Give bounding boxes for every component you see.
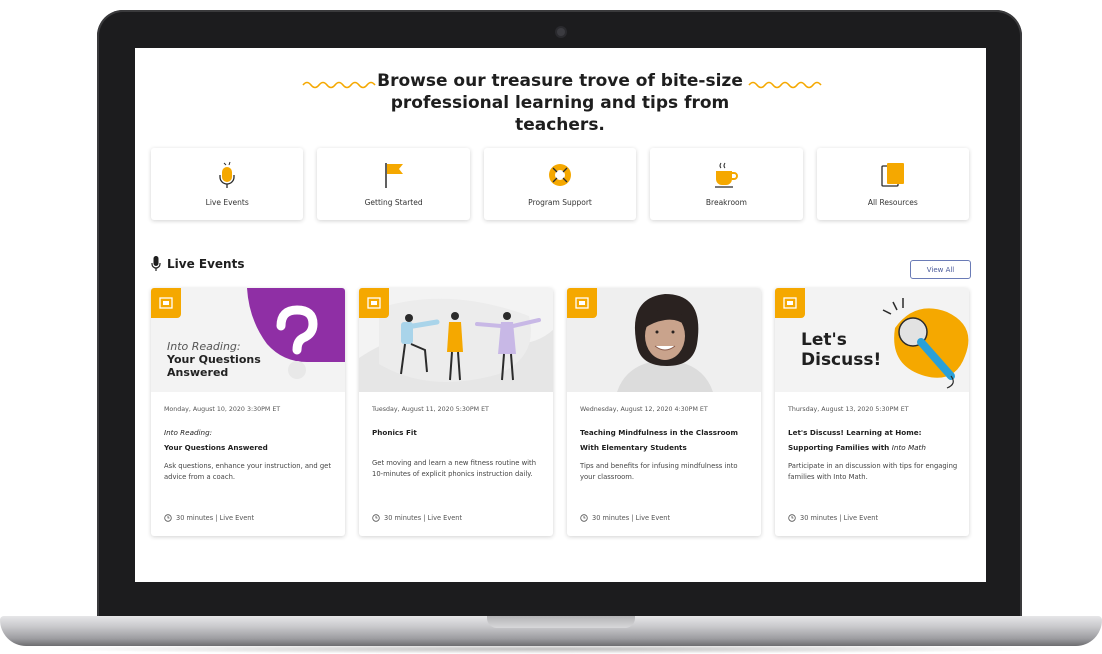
clock-icon <box>788 514 796 522</box>
event-cards: Into Reading: Your Questions Answered Mo… <box>151 288 969 536</box>
squiggle-right-icon <box>748 81 822 89</box>
event-meta-text: 30 minutes | Live Event <box>176 514 255 522</box>
event-meta: 30 minutes | Live Event <box>164 514 254 522</box>
category-tiles: Live Events Getting Started Program Supp… <box>151 148 970 220</box>
tile-label: All Resources <box>867 198 918 207</box>
event-title: Into Reading: Your Questions Answered <box>164 425 335 455</box>
microphone-icon <box>151 256 161 271</box>
laptop-notch <box>487 616 635 628</box>
event-meta: 30 minutes | Live Event <box>372 514 462 522</box>
event-date: Wednesday, August 12, 2020 4:30PM ET <box>580 406 708 413</box>
tile-label: Getting Started <box>364 198 423 207</box>
thumbnail-caption: Let's Discuss! <box>801 330 881 370</box>
clock-icon <box>580 514 588 522</box>
event-card[interactable]: Tuesday, August 11, 2020 5:30PM ET Phoni… <box>359 288 553 536</box>
card-body: Tuesday, August 11, 2020 5:30PM ET Phoni… <box>372 406 543 480</box>
microphone-icon <box>212 160 242 190</box>
event-meta: 30 minutes | Live Event <box>580 514 670 522</box>
page-headline: Browse our treasure trove of bite-size p… <box>377 71 743 135</box>
event-title: Let's Discuss! Learning at Home: Support… <box>788 425 959 455</box>
event-card[interactable]: Wednesday, August 12, 2020 4:30PM ET Tea… <box>567 288 761 536</box>
webcam <box>557 28 565 36</box>
video-badge-icon <box>567 288 597 318</box>
thumbnail-caption-line1: Let's <box>801 330 847 350</box>
event-meta: 30 minutes | Live Event <box>788 514 878 522</box>
card-body: Monday, August 10, 2020 3:30PM ET Into R… <box>164 406 335 483</box>
folder-stack-icon <box>878 160 908 190</box>
tile-label: Live Events <box>205 198 249 207</box>
lifebuoy-icon <box>545 160 575 190</box>
thumbnail-caption-line2: Answered <box>167 366 229 379</box>
screen: Browse our treasure trove of bite-size p… <box>135 48 986 582</box>
tile-getting-started[interactable]: Getting Started <box>317 148 470 220</box>
event-card[interactable]: Let's Discuss! Thursday, August 13, 2020… <box>775 288 969 536</box>
video-badge-icon <box>151 288 181 318</box>
thumbnail-caption-italic: Into Reading: <box>167 340 241 353</box>
tile-live-events[interactable]: Live Events <box>151 148 304 220</box>
event-title-text: Your Questions Answered <box>164 443 268 452</box>
event-description: Participate in an discussion with tips f… <box>788 462 958 481</box>
thumbnail-caption: Into Reading: Your Questions Answered <box>167 340 261 379</box>
card-body: Wednesday, August 12, 2020 4:30PM ET Tea… <box>580 406 751 483</box>
event-title-italic: Into Reading: <box>164 428 213 437</box>
tile-program-support[interactable]: Program Support <box>483 148 637 220</box>
thumbnail-caption-line1: Your Questions <box>167 353 261 366</box>
event-meta-text: 30 minutes | Live Event <box>800 514 879 522</box>
event-card[interactable]: Into Reading: Your Questions Answered Mo… <box>151 288 345 536</box>
thumbnail-caption-line2: Discuss! <box>801 350 882 370</box>
event-meta-text: 30 minutes | Live Event <box>384 514 463 522</box>
headline-row: Browse our treasure trove of bite-size p… <box>135 70 986 135</box>
tile-label: Program Support <box>528 198 592 207</box>
tile-breakroom[interactable]: Breakroom <box>650 148 803 220</box>
section-title: Live Events <box>167 257 245 271</box>
section-header: Live Events <box>151 256 244 272</box>
event-date: Monday, August 10, 2020 3:30PM ET <box>164 406 281 413</box>
video-badge-icon <box>359 288 389 318</box>
coffee-cup-icon <box>711 160 741 190</box>
clock-icon <box>164 514 172 522</box>
tile-all-resources[interactable]: All Resources <box>816 148 970 220</box>
flag-icon <box>379 160 409 190</box>
event-description: Get moving and learn a new fitness routi… <box>372 459 537 478</box>
event-title: Phonics Fit <box>372 428 417 437</box>
view-all-button[interactable]: View All <box>910 260 971 279</box>
event-date: Thursday, August 13, 2020 5:30PM ET <box>788 406 909 413</box>
card-body: Thursday, August 13, 2020 5:30PM ET Let'… <box>788 406 959 483</box>
event-title: Teaching Mindfulness in the Classroom Wi… <box>580 428 738 452</box>
video-badge-icon <box>775 288 805 318</box>
event-description: Ask questions, enhance your instruction,… <box>164 462 331 481</box>
event-date: Tuesday, August 11, 2020 5:30PM ET <box>372 406 489 413</box>
tile-label: Breakroom <box>705 198 747 207</box>
event-description: Tips and benefits for infusing mindfulne… <box>580 462 738 481</box>
clock-icon <box>372 514 380 522</box>
event-meta-text: 30 minutes | Live Event <box>592 514 671 522</box>
event-title-italic: Into Math <box>891 443 926 452</box>
